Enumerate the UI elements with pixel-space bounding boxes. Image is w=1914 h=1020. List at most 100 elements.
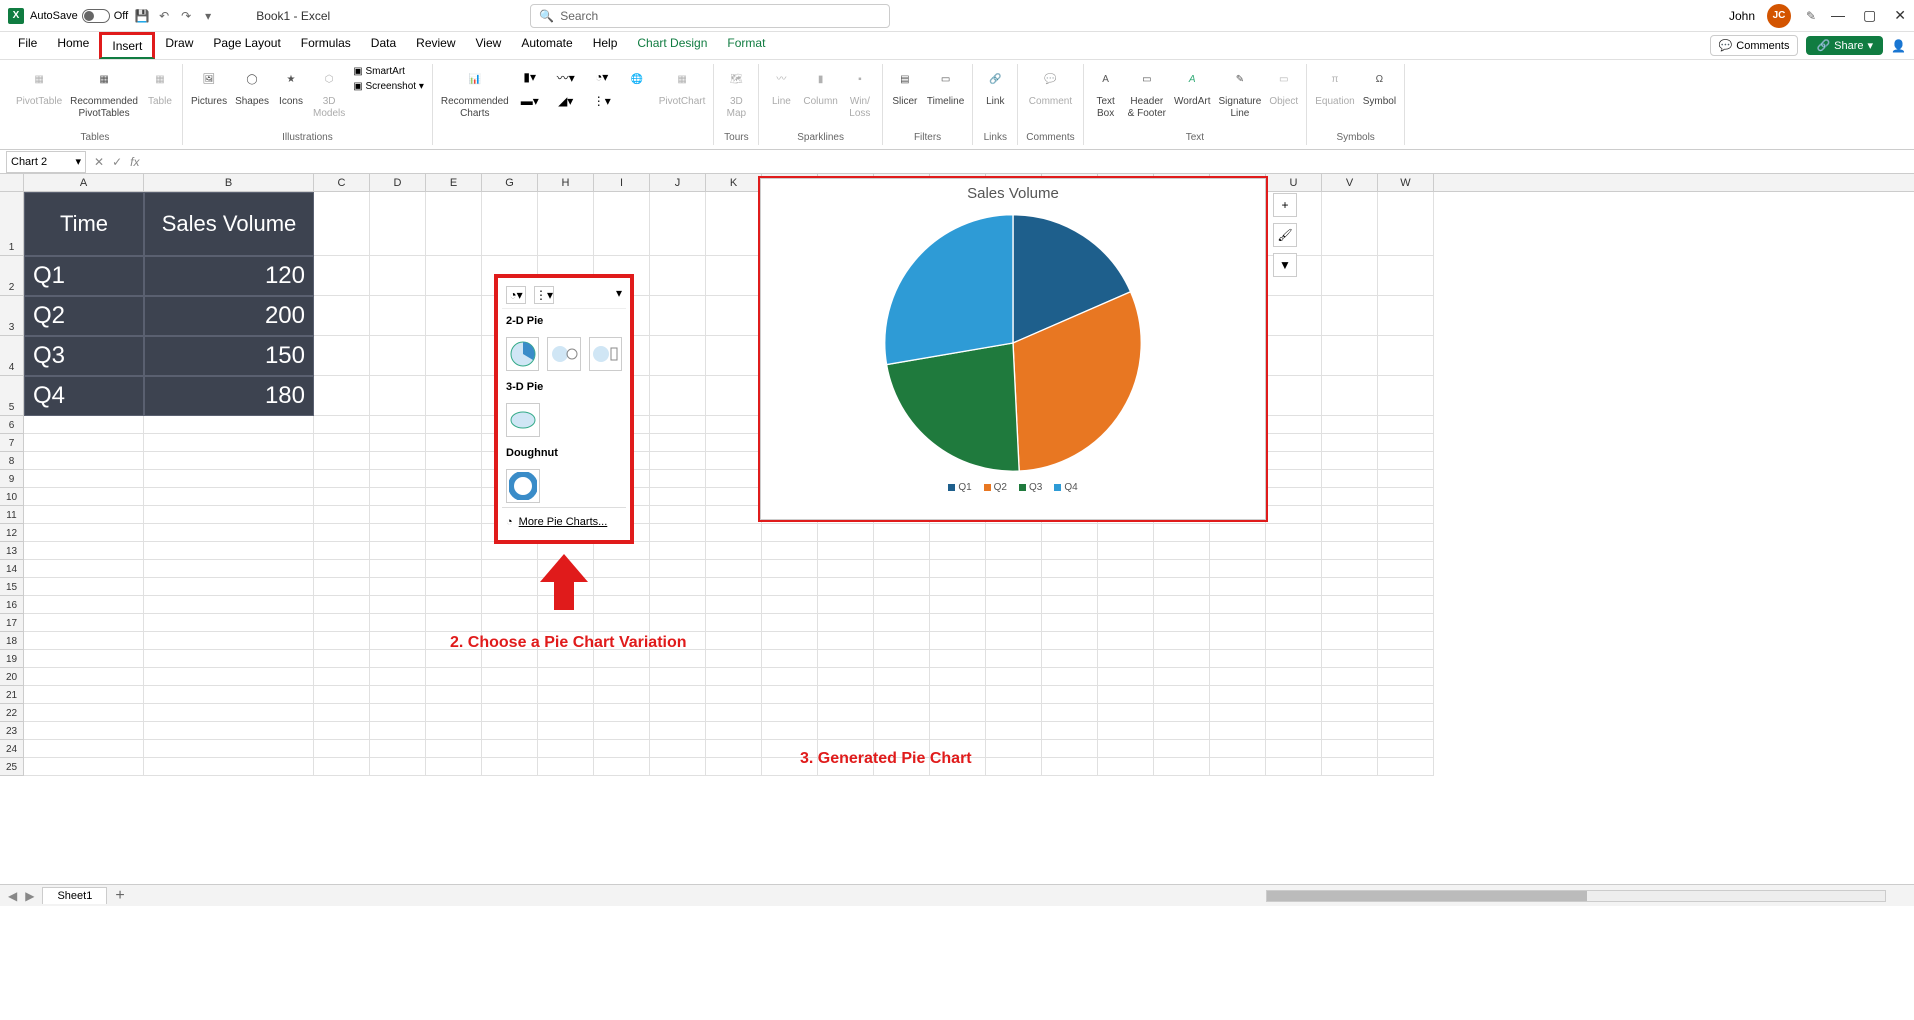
cell[interactable]: [24, 524, 144, 542]
comment-button[interactable]: 💬Comment: [1029, 66, 1072, 108]
cell[interactable]: [930, 614, 986, 632]
cell[interactable]: [482, 758, 538, 776]
row-header[interactable]: 18: [0, 632, 24, 650]
cell[interactable]: Time: [24, 192, 144, 256]
cell[interactable]: [818, 524, 874, 542]
cell[interactable]: [1266, 488, 1322, 506]
cell[interactable]: [482, 578, 538, 596]
cell[interactable]: [144, 722, 314, 740]
cell[interactable]: [144, 542, 314, 560]
cell[interactable]: [706, 650, 762, 668]
cell[interactable]: [986, 758, 1042, 776]
cell[interactable]: [1378, 668, 1434, 686]
cell[interactable]: [1154, 650, 1210, 668]
cell[interactable]: [706, 704, 762, 722]
cell[interactable]: 200: [144, 296, 314, 336]
row-header[interactable]: 17: [0, 614, 24, 632]
column-header[interactable]: H: [538, 174, 594, 191]
cell[interactable]: [594, 740, 650, 758]
cell[interactable]: [650, 256, 706, 296]
cell[interactable]: [1210, 650, 1266, 668]
cell[interactable]: [1042, 524, 1098, 542]
pivottable-button[interactable]: ▦PivotTable: [16, 66, 62, 108]
cell[interactable]: [538, 758, 594, 776]
cell[interactable]: [426, 192, 482, 256]
cell[interactable]: [1154, 524, 1210, 542]
cell[interactable]: [370, 524, 426, 542]
column-header[interactable]: J: [650, 174, 706, 191]
cell[interactable]: [1378, 488, 1434, 506]
cell[interactable]: [1042, 722, 1098, 740]
pie-dropdown-tab-pie[interactable]: ◔▾: [506, 286, 526, 304]
cell[interactable]: [650, 416, 706, 434]
cell[interactable]: [1266, 416, 1322, 434]
cell[interactable]: [650, 758, 706, 776]
cell[interactable]: [706, 542, 762, 560]
3d-models-button[interactable]: ⬡3D Models: [313, 66, 345, 120]
cell[interactable]: [370, 668, 426, 686]
cell[interactable]: [1266, 376, 1322, 416]
cell[interactable]: [1378, 452, 1434, 470]
cell[interactable]: [144, 524, 314, 542]
more-pie-charts[interactable]: ◔ More Pie Charts...: [502, 507, 626, 536]
cell[interactable]: [482, 686, 538, 704]
cell[interactable]: [1322, 650, 1378, 668]
sheet-nav-prev[interactable]: ◀: [8, 889, 17, 903]
cell[interactable]: [1098, 524, 1154, 542]
cell[interactable]: [1266, 596, 1322, 614]
cell[interactable]: [706, 668, 762, 686]
cell[interactable]: [314, 434, 370, 452]
cell[interactable]: [1042, 632, 1098, 650]
cell[interactable]: [594, 704, 650, 722]
row-header[interactable]: 6: [0, 416, 24, 434]
doughnut-option-1[interactable]: [506, 469, 540, 503]
cell[interactable]: [706, 524, 762, 542]
cell[interactable]: [1098, 740, 1154, 758]
column-header[interactable]: K: [706, 174, 762, 191]
cell[interactable]: [426, 722, 482, 740]
cell[interactable]: [594, 650, 650, 668]
cell[interactable]: [426, 524, 482, 542]
cell[interactable]: [426, 434, 482, 452]
cell[interactable]: [1042, 668, 1098, 686]
chevron-down-icon[interactable]: ▾: [616, 286, 622, 304]
cell[interactable]: [762, 668, 818, 686]
cell[interactable]: [650, 560, 706, 578]
cell[interactable]: [314, 506, 370, 524]
cell[interactable]: [1322, 560, 1378, 578]
cell[interactable]: [482, 740, 538, 758]
cell[interactable]: [1378, 740, 1434, 758]
cell[interactable]: [986, 596, 1042, 614]
cell[interactable]: [818, 704, 874, 722]
tab-view[interactable]: View: [466, 32, 512, 59]
cell[interactable]: [874, 632, 930, 650]
signature-line-button[interactable]: ✎Signature Line: [1219, 66, 1262, 120]
cell[interactable]: [706, 686, 762, 704]
cell[interactable]: [1378, 524, 1434, 542]
qat-dropdown-icon[interactable]: ▾: [200, 8, 216, 24]
cell[interactable]: [24, 668, 144, 686]
share-button[interactable]: 🔗 Share ▾: [1806, 36, 1883, 55]
cell[interactable]: [314, 296, 370, 336]
cell[interactable]: [930, 632, 986, 650]
row-header[interactable]: 25: [0, 758, 24, 776]
cell[interactable]: [1322, 632, 1378, 650]
cell[interactable]: [1378, 758, 1434, 776]
cell[interactable]: [650, 296, 706, 336]
pie-2d-option-3[interactable]: [589, 337, 622, 371]
cell[interactable]: [1378, 296, 1434, 336]
cell[interactable]: [538, 740, 594, 758]
cell[interactable]: [706, 256, 762, 296]
cell[interactable]: [1098, 632, 1154, 650]
cell[interactable]: [314, 256, 370, 296]
cell[interactable]: [818, 578, 874, 596]
cell[interactable]: [1210, 596, 1266, 614]
cell[interactable]: [650, 434, 706, 452]
cell[interactable]: [482, 650, 538, 668]
link-button[interactable]: 🔗Link: [981, 66, 1009, 108]
cell[interactable]: [1042, 650, 1098, 668]
cell[interactable]: [24, 542, 144, 560]
cell[interactable]: [930, 578, 986, 596]
recommended-pivottables-button[interactable]: ▦Recommended PivotTables: [70, 66, 138, 120]
cell[interactable]: [24, 740, 144, 758]
